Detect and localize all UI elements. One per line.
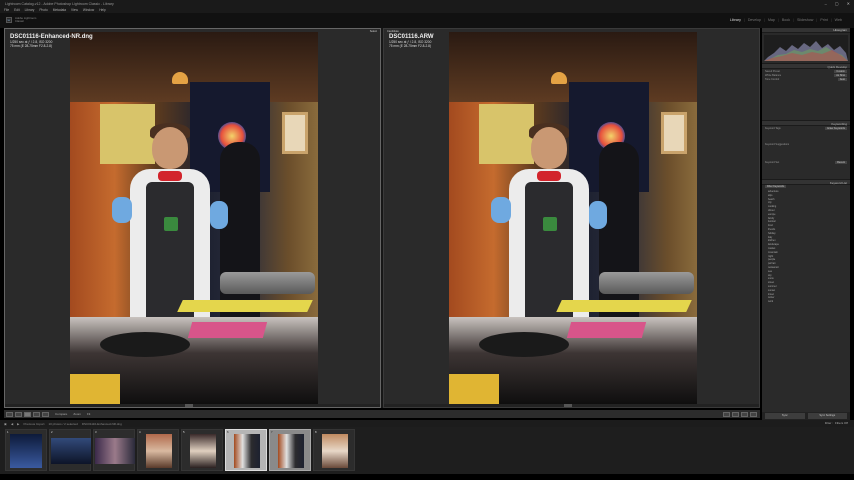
filmstrip-thumb[interactable]: 3: [93, 429, 135, 471]
menu-photo[interactable]: Photo: [39, 8, 47, 12]
survey-view-icon[interactable]: [33, 411, 40, 417]
select-photo[interactable]: [70, 32, 318, 404]
filmstrip-thumb[interactable]: 2: [49, 429, 91, 471]
filmstrip-back-icon[interactable]: ◀: [11, 422, 13, 426]
select-tag: Select: [369, 30, 377, 33]
identity-plate: Lr Adobe Lightroom Classic: [6, 16, 36, 24]
previous-photo-icon[interactable]: [741, 411, 748, 417]
loupe-view-icon[interactable]: [15, 411, 22, 417]
filmstrip-thumb[interactable]: 4: [137, 429, 179, 471]
quick-develop-adjustments: [762, 82, 850, 120]
filmstrip-thumb-candidate[interactable]: 7: [269, 429, 311, 471]
filmstrip-forward-icon[interactable]: ▶: [17, 422, 19, 426]
module-map[interactable]: Map: [768, 18, 775, 22]
candidate-photo[interactable]: [449, 32, 697, 404]
filmstrip-navigation-bar: ▣ ◀ ▶ Previous Import 10 photos / 2 sele…: [0, 420, 854, 427]
filmstrip-thumb[interactable]: 5: [181, 429, 223, 471]
zoom-fit-value[interactable]: Fit: [87, 412, 90, 416]
menu-window[interactable]: Window: [83, 8, 94, 12]
maximize-icon[interactable]: ▢: [835, 1, 839, 6]
right-panel: Histogram Quick Develop Saved Preset Cust…: [762, 28, 850, 420]
menu-help[interactable]: Help: [99, 8, 106, 12]
keyword-list-item[interactable]: work: [768, 300, 844, 304]
keyword-entry-area[interactable]: [762, 130, 850, 142]
compare-view: Select DSC01116-Enhanced-NR.dng 1/250 se…: [4, 28, 760, 408]
keyword-suggestions-label: Keyword Suggestions: [765, 142, 790, 146]
menu-view[interactable]: View: [71, 8, 78, 12]
lightroom-logo-icon: Lr: [6, 17, 12, 24]
select-lens: 75 mm (E 28-75mm F2.8-2.8): [10, 44, 52, 48]
select-info-overlay: DSC01116-Enhanced-NR.dng 1/250 sec at ƒ …: [10, 34, 93, 48]
candidate-pane[interactable]: Candidate DSC01116.ARW 1/250 sec at ƒ / …: [383, 28, 760, 408]
library-toolbar: Compare Zoom Fit: [4, 410, 760, 418]
tone-control-label: Tone Control: [765, 78, 780, 82]
zoom-label: Zoom: [73, 412, 82, 416]
make-select-icon[interactable]: [732, 411, 739, 417]
select-zoom-scrubber[interactable]: [5, 404, 380, 407]
bottom-edge: [0, 474, 854, 480]
menu-file[interactable]: File: [4, 8, 9, 12]
filter-keywords-input[interactable]: Filter Keywords: [765, 185, 787, 189]
filmstrip-source[interactable]: Previous Import: [23, 422, 44, 426]
identity-line-2: Classic: [15, 19, 25, 24]
compare-label: Compare: [55, 412, 68, 416]
keyword-tags-label: Keyword Tags: [765, 126, 781, 130]
keyword-tags-select[interactable]: Enter Keywords: [825, 126, 847, 130]
candidate-info-overlay: DSC01116.ARW 1/250 sec at ƒ / 2.8, ISO 3…: [389, 34, 434, 48]
window-title: Lightroom Catalog-v12 - Adobe Photoshop …: [5, 1, 114, 6]
filmstrip-filter: Filter : Filters Off: [825, 421, 848, 425]
white-balance-label: White Balance: [765, 73, 782, 77]
select-pane[interactable]: Select DSC01116-Enhanced-NR.dng 1/250 se…: [4, 28, 381, 408]
module-picker: Library | Develop | Map | Book | Slideshow | …: [729, 18, 842, 22]
filter-select[interactable]: Filters Off: [835, 421, 848, 425]
auto-tone-button[interactable]: Auto: [837, 78, 847, 82]
compare-view-icon[interactable]: [24, 411, 31, 417]
module-book[interactable]: Book: [782, 18, 790, 22]
filmstrip-thumb-selected[interactable]: 6: [225, 429, 267, 471]
menu-metadata[interactable]: Metadata: [53, 8, 66, 12]
module-develop[interactable]: Develop: [748, 18, 761, 22]
filter-label: Filter :: [824, 421, 834, 425]
candidate-lens: 75 mm (E 28-75mm F2.8-2.8): [389, 44, 431, 48]
people-view-icon[interactable]: [42, 411, 49, 417]
keyword-list: adventure alps beach city cooking dinner europ…: [762, 189, 850, 305]
sync-settings-button[interactable]: Sync Settings: [807, 413, 847, 419]
keyword-set-grid[interactable]: [762, 165, 850, 179]
histogram-header[interactable]: Histogram: [762, 28, 850, 33]
candidate-tag: Candidate: [387, 30, 399, 33]
grid-view-icon[interactable]: [6, 411, 13, 417]
module-print[interactable]: Print: [820, 18, 827, 22]
filmstrip-secondary-window-icon[interactable]: ▣: [4, 422, 7, 426]
module-web[interactable]: Web: [835, 18, 842, 22]
swap-icon[interactable]: [723, 411, 730, 417]
saved-preset-label: Saved Preset: [765, 69, 781, 73]
white-balance-select[interactable]: As Shot: [834, 73, 847, 77]
window-controls: – ▢ ✕: [825, 1, 850, 6]
menu-edit[interactable]: Edit: [14, 8, 20, 12]
keyword-set-label: Keyword Set: [765, 161, 780, 165]
filmstrip-thumb[interactable]: 1: [5, 429, 47, 471]
filmstrip-thumb[interactable]: 8: [313, 429, 355, 471]
module-slideshow[interactable]: Slideshow: [797, 18, 813, 22]
candidate-zoom-scrubber[interactable]: [384, 404, 759, 407]
keyword-suggestions-grid[interactable]: [762, 146, 850, 160]
menu-library[interactable]: Library: [25, 8, 35, 12]
sync-button[interactable]: Sync: [765, 413, 805, 419]
histogram: [764, 35, 848, 61]
module-library[interactable]: Library: [730, 18, 741, 22]
minimize-icon[interactable]: –: [825, 1, 827, 6]
next-photo-icon[interactable]: [750, 411, 757, 417]
saved-preset-select[interactable]: Custom: [834, 69, 847, 73]
right-panel-footer: Sync Sync Settings: [762, 412, 850, 420]
close-icon[interactable]: ✕: [847, 1, 850, 6]
title-bar: Lightroom Catalog-v12 - Adobe Photoshop …: [0, 0, 854, 7]
identity-bar: Lr Adobe Lightroom Classic Library | Deve…: [0, 13, 854, 28]
filmstrip: 1 2 3 4 5 6 7 8: [0, 427, 854, 474]
keyword-set-select[interactable]: Recent: [835, 161, 847, 165]
filmstrip-current-file: DSC01116-Enhanced-NR.dng: [81, 421, 122, 426]
filmstrip-count: 10 photos / 2 selected: [48, 421, 78, 426]
